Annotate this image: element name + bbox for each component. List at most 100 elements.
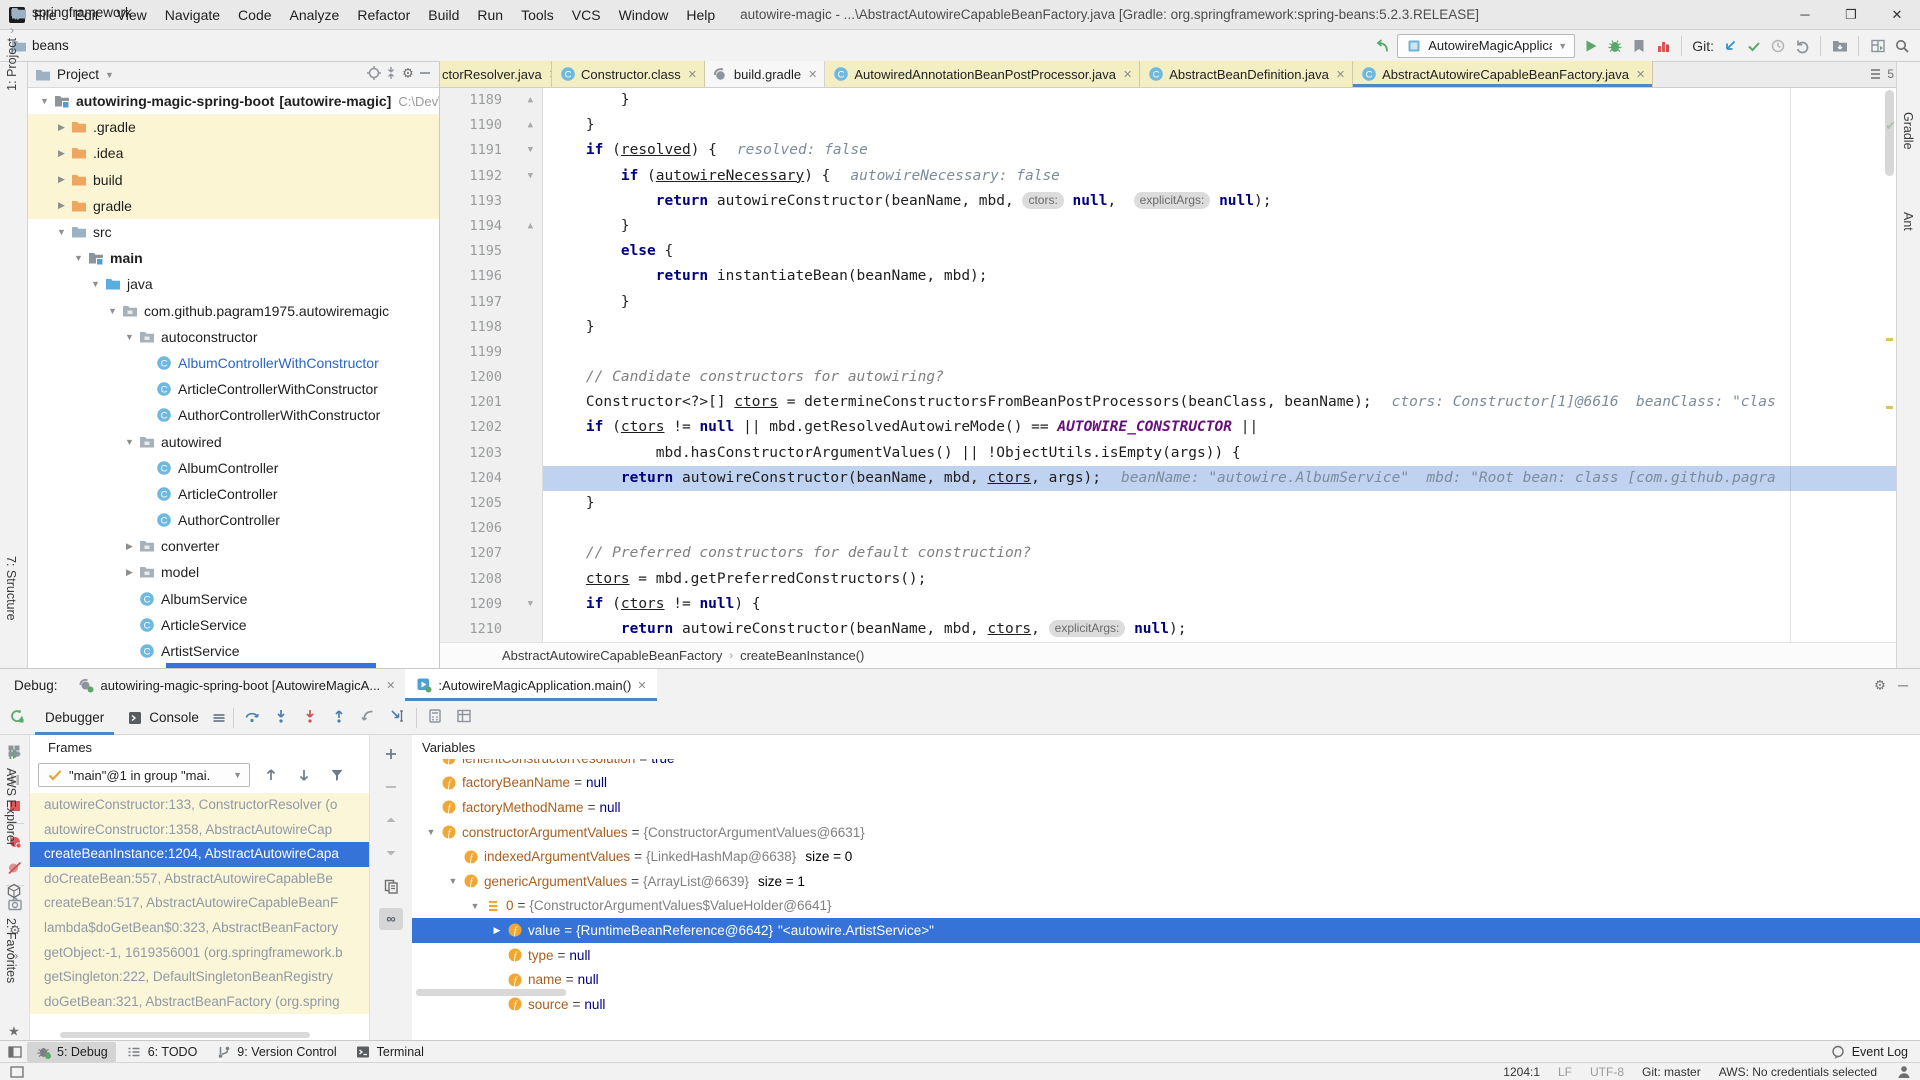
sidebar-item-gradle[interactable]: Gradle xyxy=(1901,112,1915,150)
menu-window[interactable]: Window xyxy=(610,5,678,25)
tree-item-albumcontrollerwithconstructor[interactable]: CAlbumControllerWithConstructor xyxy=(28,350,439,376)
variable-row-factoryMethodName[interactable]: ffactoryMethodName=null xyxy=(412,795,1920,820)
editor-tab-abstractautowirecapablebeanfactory-java[interactable]: CAbstractAutowireCapableBeanFactory.java… xyxy=(1353,61,1653,87)
debug-bug-icon[interactable] xyxy=(1606,37,1623,54)
line-number[interactable]: 1209▼ xyxy=(440,592,542,617)
chevron-down-icon[interactable]: ▼ xyxy=(104,306,121,316)
hidden-tabs-icon[interactable] xyxy=(1868,65,1885,82)
close-icon[interactable]: ✕ xyxy=(386,679,395,692)
sidebar-item-aws-explorer[interactable]: AWS Explorer xyxy=(4,768,18,846)
line-number[interactable]: 1207 xyxy=(440,541,542,566)
tree-item-autoconstructor[interactable]: ▼autoconstructor xyxy=(28,324,439,350)
tree-item-autowiring-magic-spring-boot[interactable]: ▼autowiring-magic-spring-boot[autowire-m… xyxy=(28,88,439,114)
chevron-right-icon[interactable]: ▶ xyxy=(121,541,138,552)
chevron-right-icon[interactable]: ▶ xyxy=(53,122,70,133)
tree-item-authorcontrollerwithconstructor[interactable]: CAuthorControllerWithConstructor xyxy=(28,402,439,428)
line-number[interactable]: 1195 xyxy=(440,239,542,264)
frame-row[interactable]: createBean:517, AbstractAutowireCapableB… xyxy=(30,891,369,916)
tree-item-articleservice[interactable]: CArticleService xyxy=(28,612,439,638)
close-icon[interactable]: ✕ xyxy=(688,68,697,81)
minimize-button[interactable]: ─ xyxy=(1782,0,1828,30)
sidebar-item-ant[interactable]: Ant xyxy=(1901,212,1915,231)
layout-icon[interactable] xyxy=(456,708,473,725)
thread-selector[interactable]: "main"@1 in group "mai. ▼ xyxy=(38,763,250,787)
close-icon[interactable]: ✕ xyxy=(637,679,646,692)
line-number[interactable]: 1194▲ xyxy=(440,214,542,239)
variable-row-source[interactable]: fsource=null xyxy=(412,992,1920,1017)
chevron-down-icon[interactable]: ▼ xyxy=(70,253,87,263)
tree-item-.idea[interactable]: ▶.idea xyxy=(28,140,439,166)
frames-hscrollbar[interactable] xyxy=(60,1032,310,1038)
add-watch-icon[interactable] xyxy=(383,746,400,763)
run-icon[interactable] xyxy=(1582,37,1599,54)
close-icon[interactable]: ✕ xyxy=(808,68,817,81)
tree-item-model[interactable]: ▶model xyxy=(28,559,439,585)
line-number[interactable]: 1202 xyxy=(440,415,542,440)
scroll-up-icon[interactable] xyxy=(383,812,400,829)
debug-session-tab[interactable]: autowiring-magic-spring-boot [AutowireMa… xyxy=(68,669,406,701)
line-number[interactable]: 1204 xyxy=(440,466,542,491)
line-number[interactable]: 1190▲ xyxy=(440,113,542,138)
tree-item-com.github.pagram1975.autowiremagic[interactable]: ▼com.github.pagram1975.autowiremagic xyxy=(28,298,439,324)
tree-item-autowired[interactable]: ▼autowired xyxy=(28,428,439,454)
variable-row-name[interactable]: fname=null xyxy=(412,967,1920,992)
toolwindow-button-5-debug[interactable]: 5: Debug xyxy=(27,1042,116,1062)
star-icon[interactable]: ★ xyxy=(5,1022,22,1039)
force-step-into-icon[interactable] xyxy=(302,708,319,725)
status-item[interactable]: 1204:1 xyxy=(1503,1065,1540,1079)
variable-row-0[interactable]: ▼0={ConstructorArgumentValues$ValueHolde… xyxy=(412,894,1920,919)
mute-breakpoints-icon[interactable] xyxy=(6,859,23,876)
tab-console[interactable]: Console xyxy=(116,701,209,735)
editor-tab-autowiredannotationbeanpostprocessor-java[interactable]: CAutowiredAnnotationBeanPostProcessor.ja… xyxy=(825,61,1140,87)
tree-item-java[interactable]: ▼java xyxy=(28,271,439,297)
editor-tab-constructor-class[interactable]: CConstructor.class✕ xyxy=(552,61,705,87)
git-update-icon[interactable] xyxy=(1721,37,1738,54)
watch-return-icon[interactable]: ∞ xyxy=(383,911,400,928)
line-number[interactable]: 1203 xyxy=(440,441,542,466)
git-commit-icon[interactable] xyxy=(1745,37,1762,54)
close-icon[interactable]: ✕ xyxy=(1336,68,1345,81)
toolwindow-button-terminal[interactable]: Terminal xyxy=(347,1042,432,1062)
line-number[interactable]: 1206 xyxy=(440,516,542,541)
breadcrumb-item[interactable]: springframework xyxy=(10,4,295,21)
step-over-icon[interactable] xyxy=(244,708,261,725)
tree-item-articlecontroller[interactable]: CArticleController xyxy=(28,481,439,507)
settings-icon[interactable]: ⚙ xyxy=(399,65,416,82)
scroll-down-icon[interactable] xyxy=(383,845,400,862)
funnel-icon[interactable] xyxy=(328,767,345,784)
navigate-back-icon[interactable] xyxy=(1373,37,1390,54)
frame-row[interactable]: getObject:-1, 1619356001 (org.springfram… xyxy=(30,941,369,966)
line-number[interactable]: 1201 xyxy=(440,390,542,415)
remove-watch-icon[interactable] xyxy=(383,779,400,796)
search-icon[interactable] xyxy=(1893,37,1910,54)
chevron-right-icon[interactable]: ▶ xyxy=(121,567,138,578)
tree-item-albumcontroller[interactable]: CAlbumController xyxy=(28,455,439,481)
editor-scrollbar[interactable]: ✔ xyxy=(1882,88,1896,642)
grid-icon[interactable] xyxy=(5,742,22,759)
restore-layout-icon[interactable] xyxy=(1869,37,1886,54)
variable-row-indexedArgumentValues[interactable]: findexedArgumentValues={LinkedHashMap@66… xyxy=(412,844,1920,869)
status-item[interactable]: Git: master xyxy=(1642,1065,1701,1079)
step-out-icon[interactable] xyxy=(331,708,348,725)
chevron-down-icon[interactable]: ▼ xyxy=(466,901,484,911)
recent-icon[interactable] xyxy=(1831,37,1848,54)
menu-run[interactable]: Run xyxy=(468,5,512,25)
coverage-icon[interactable] xyxy=(1630,37,1647,54)
drop-frame-icon[interactable] xyxy=(360,708,377,725)
sidebar-item-favorites[interactable]: 2: Favorites xyxy=(4,918,18,983)
locate-icon[interactable] xyxy=(365,65,382,82)
fold-marker-icon[interactable]: ▲ xyxy=(528,88,533,113)
line-number[interactable]: 1210 xyxy=(440,617,542,642)
chevron-down-icon[interactable]: ▼ xyxy=(121,437,138,447)
line-number[interactable]: 1208 xyxy=(440,567,542,592)
collapse-all-icon[interactable] xyxy=(382,65,399,82)
profiler-icon[interactable] xyxy=(1654,37,1671,54)
window-layout-icon[interactable] xyxy=(8,1063,25,1080)
project-view-selector[interactable]: Project xyxy=(57,67,99,82)
debug-session-tab[interactable]: :AutowireMagicApplication.main()✕ xyxy=(405,669,656,701)
menu-refactor[interactable]: Refactor xyxy=(348,5,419,25)
close-icon[interactable]: ✕ xyxy=(1636,68,1645,81)
chevron-right-icon[interactable]: ▶ xyxy=(53,200,70,211)
toolwindow-button-9-version-control[interactable]: 9: Version Control xyxy=(207,1042,344,1062)
menu-vcs[interactable]: VCS xyxy=(563,5,610,25)
